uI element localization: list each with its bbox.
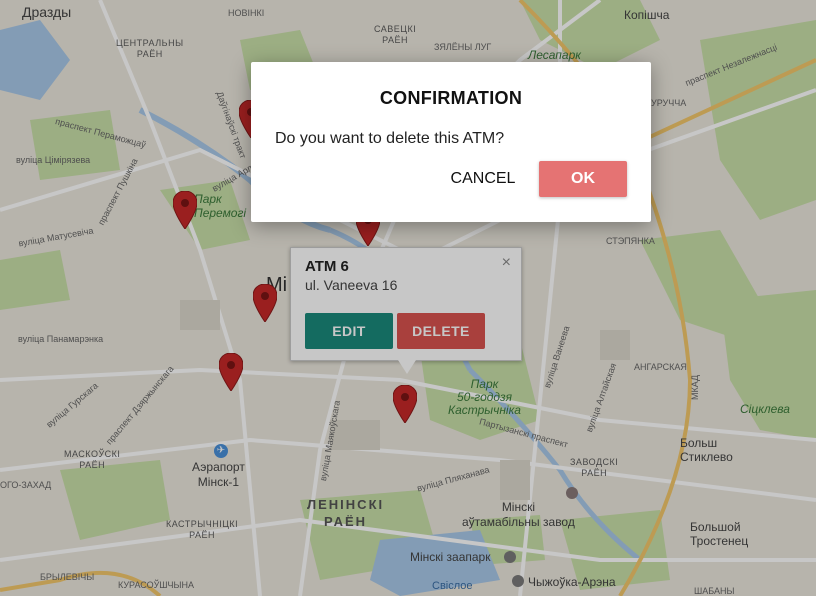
confirmation-dialog: CONFIRMATION Do you want to delete this … xyxy=(251,62,651,222)
cancel-button[interactable]: CANCEL xyxy=(443,161,523,197)
dialog-message: Do you want to delete this ATM? xyxy=(275,130,505,147)
ok-button[interactable]: OK xyxy=(539,161,627,197)
dialog-title: CONFIRMATION xyxy=(379,88,523,108)
